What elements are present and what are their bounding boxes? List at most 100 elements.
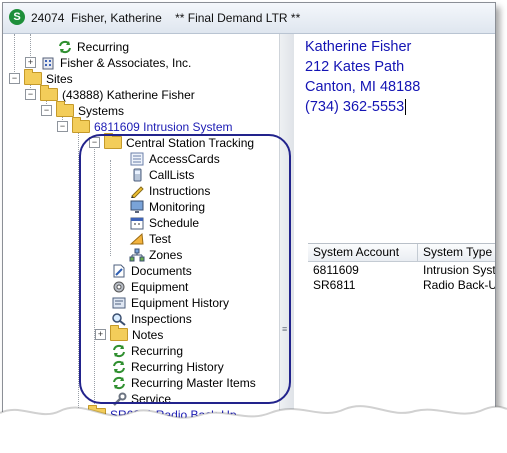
cell-system-type: Intrusion Syster [423, 263, 496, 277]
navigation-tree: Recurring + Fisher & Associates, Inc. − S… [3, 34, 294, 439]
access-cards-icon [129, 152, 145, 166]
contact-phone: (734) 362-5553 [305, 99, 405, 115]
torn-edge [0, 405, 507, 453]
tree-item-zones[interactable]: Zones [129, 246, 182, 262]
tree-item-monitoring[interactable]: Monitoring [129, 198, 205, 214]
building-icon [40, 56, 56, 70]
tree-item-label: Monitoring [149, 199, 206, 214]
folder-icon [56, 101, 74, 118]
zones-icon [129, 248, 145, 262]
collapse-toggle[interactable]: − [41, 105, 52, 117]
tree-item-documents[interactable]: Documents [111, 262, 192, 278]
title-bar: S 24074 Fisher, Katherine ** Final Deman… [3, 3, 495, 34]
tree-item-calllists[interactable]: CallLists [129, 166, 194, 182]
app-logo-icon: S [9, 9, 25, 25]
pencil-icon [129, 184, 145, 199]
tree-item-label: Schedule [149, 215, 200, 230]
tree-item-label: Equipment History [131, 295, 230, 310]
folder-icon [72, 117, 90, 134]
tree-item-instructions[interactable]: Instructions [129, 182, 211, 199]
tree-item-label: Recurring Master Items [131, 375, 256, 390]
folder-icon [24, 69, 42, 86]
tree-item-central-station[interactable]: − Central Station Tracking [89, 133, 255, 150]
tree-item-label: Equipment [131, 279, 189, 294]
monitor-icon [129, 200, 145, 214]
cell-system-account: SR6811 [313, 278, 356, 292]
recurring-history-icon [111, 360, 127, 374]
tree-item-accesscards[interactable]: AccessCards [129, 150, 220, 166]
contact-phone-line: (734) 362-5553 [305, 97, 495, 117]
tree-item-label: Documents [131, 263, 192, 278]
tree-line [110, 160, 111, 256]
tree-item-schedule[interactable]: Schedule [129, 214, 199, 230]
tree-item-label: Inspections [131, 311, 192, 326]
collapse-toggle[interactable]: − [25, 89, 36, 101]
tree-item-label: Recurring History [131, 359, 224, 374]
tree-item-inspections[interactable]: Inspections [111, 310, 192, 326]
collapse-toggle[interactable]: − [57, 121, 68, 133]
window-title: 24074 Fisher, Katherine ** Final Demand … [31, 11, 301, 25]
tree-scrollbar[interactable] [279, 34, 294, 439]
phone-icon [129, 168, 145, 182]
gear-icon [111, 280, 127, 294]
tree-item-system-6811609[interactable]: − 6811609 Intrusion System [57, 117, 233, 134]
contact-name: Katherine Fisher [305, 39, 412, 55]
tree-item-recurring[interactable]: Recurring [111, 342, 183, 358]
tree-item-notes[interactable]: + Notes [95, 325, 164, 342]
tree-item-label: Sites [46, 71, 73, 86]
tree-item-label: CallLists [149, 167, 195, 182]
tree-item-label: Zones [149, 247, 183, 262]
tree-item-label: AccessCards [149, 151, 220, 166]
tree-item-label: Instructions [149, 183, 211, 198]
equipment-history-icon [111, 296, 127, 310]
expand-toggle[interactable]: + [95, 329, 106, 341]
tree-line [78, 128, 79, 428]
tree-line [94, 144, 95, 414]
collapse-toggle[interactable]: − [9, 73, 20, 85]
recurring-icon [57, 40, 73, 54]
recurring-icon [111, 344, 127, 358]
contact-city: Canton, MI 48188 [305, 79, 421, 95]
tree-item-label: Recurring [77, 39, 130, 54]
tree-item-equipment[interactable]: Equipment [111, 278, 188, 294]
tree-item-label: Systems [78, 103, 125, 118]
text-caret [405, 99, 407, 116]
tree-item-label: 6811609 Intrusion System [94, 119, 233, 134]
document-icon [111, 264, 127, 278]
recurring-master-icon [111, 376, 127, 390]
tree-item-label: Recurring [131, 343, 184, 358]
tree-item-sites[interactable]: − Sites [9, 69, 73, 86]
tree-item-systems[interactable]: − Systems [41, 101, 125, 118]
folder-icon [104, 133, 122, 150]
calendar-icon [129, 216, 145, 230]
magnifier-icon [111, 312, 127, 326]
contact-address: 212 Kates Path [305, 59, 405, 75]
table-row[interactable]: 6811609 Intrusion Syster [308, 263, 496, 278]
cell-system-account: 6811609 [313, 263, 359, 277]
tree-item-label: Test [149, 231, 172, 246]
cell-system-type: Radio Back-Up [423, 278, 496, 292]
tree-item-equipment-history[interactable]: Equipment History [111, 294, 229, 310]
tree-item-label: (43888) Katherine Fisher [62, 87, 195, 102]
tree-item-label: Fisher & Associates, Inc. [60, 55, 192, 70]
contact-info[interactable]: Katherine Fisher 212 Kates Path Canton, … [305, 37, 495, 237]
collapse-toggle[interactable]: − [89, 137, 100, 149]
tree-item-recurring-top[interactable]: Recurring [57, 38, 129, 54]
test-icon [129, 232, 145, 246]
column-system-type[interactable]: System Type [418, 244, 495, 261]
app-window: S 24074 Fisher, Katherine ** Final Deman… [2, 2, 496, 440]
tree-item-recurring-master[interactable]: Recurring Master Items [111, 374, 256, 390]
tree-item-recurring-history[interactable]: Recurring History [111, 358, 224, 374]
splitter-grip-icon[interactable]: ≡ [282, 325, 290, 338]
folder-icon [110, 325, 128, 342]
tree-item-label: Notes [132, 327, 164, 342]
tree-item-company[interactable]: + Fisher & Associates, Inc. [25, 54, 191, 70]
column-system-account[interactable]: System Account [308, 244, 418, 261]
table-row[interactable]: SR6811 Radio Back-Up [308, 278, 496, 293]
folder-icon [40, 85, 58, 102]
grid-header: System Account System Type [308, 244, 495, 262]
tree-item-site[interactable]: − (43888) Katherine Fisher [25, 85, 195, 102]
expand-toggle[interactable]: + [25, 57, 36, 69]
tree-item-test[interactable]: Test [129, 230, 171, 246]
tree-item-label: Central Station Tracking [126, 135, 255, 150]
